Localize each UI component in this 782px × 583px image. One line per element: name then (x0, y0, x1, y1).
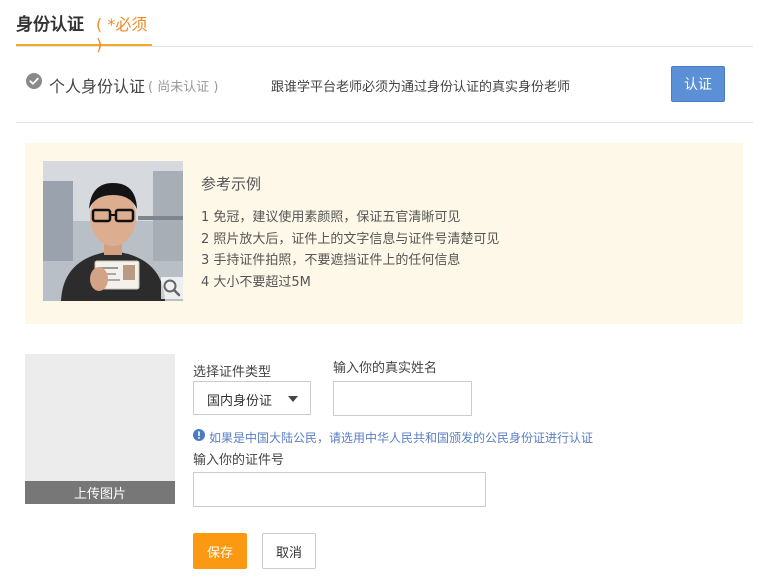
tab-title: 身份认证 (16, 15, 84, 35)
example-tip: 3 手持证件拍照，不要遮挡证件上的任何信息 (201, 253, 461, 268)
verify-button[interactable]: 认证 (671, 66, 725, 102)
verification-status: ( 尚未认证 ) (148, 80, 219, 95)
save-button[interactable]: 保存 (193, 533, 247, 569)
id-type-label: 选择证件类型 (193, 365, 272, 380)
upload-image-button[interactable]: 上传图片 (25, 481, 175, 504)
id-number-input[interactable] (193, 472, 486, 507)
mainland-citizen-notice: 如果是中国大陆公民，请选用中华人民共和国颁发的公民身份证进行认证 (209, 431, 594, 445)
verification-type-label: 个人身份认证 (49, 77, 146, 96)
example-tip: 4 大小不要超过5M (201, 275, 311, 290)
id-type-select[interactable]: 国内身份证 (193, 381, 311, 415)
personal-verification-row: 个人身份认证 ( 尚未认证 ) 跟谁学平台老师必须为通过身份认证的真实身份老师 … (16, 60, 753, 123)
id-number-label: 输入你的证件号 (193, 453, 285, 468)
caret-down-icon (288, 396, 298, 402)
example-tip: 1 免冠，建议使用素颜照，保证五官清晰可见 (201, 210, 461, 225)
tab-bar: 身份认证 ( *必须 ) (16, 0, 753, 54)
verification-description: 跟谁学平台老师必须为通过身份认证的真实身份老师 (271, 80, 571, 95)
tab-identity-verification[interactable]: 身份认证 ( *必须 ) (16, 10, 152, 54)
check-circle-icon (26, 73, 42, 89)
zoom-icon[interactable] (161, 277, 183, 299)
required-marker: ( *必须 ) (96, 15, 148, 54)
example-tip: 2 照片放大后，证件上的文字信息与证件号清楚可见 (201, 232, 500, 247)
id-type-selected-value: 国内身份证 (207, 394, 273, 409)
cancel-button[interactable]: 取消 (262, 533, 316, 569)
image-upload-area[interactable]: 上传图片 (25, 354, 175, 504)
reference-example-panel: 参考示例 1 免冠，建议使用素颜照，保证五官清晰可见 2 照片放大后，证件上的文… (25, 143, 743, 324)
real-name-label: 输入你的真实姓名 (333, 361, 438, 376)
info-icon (193, 429, 205, 441)
real-name-input[interactable] (333, 381, 472, 416)
example-title: 参考示例 (201, 175, 262, 193)
